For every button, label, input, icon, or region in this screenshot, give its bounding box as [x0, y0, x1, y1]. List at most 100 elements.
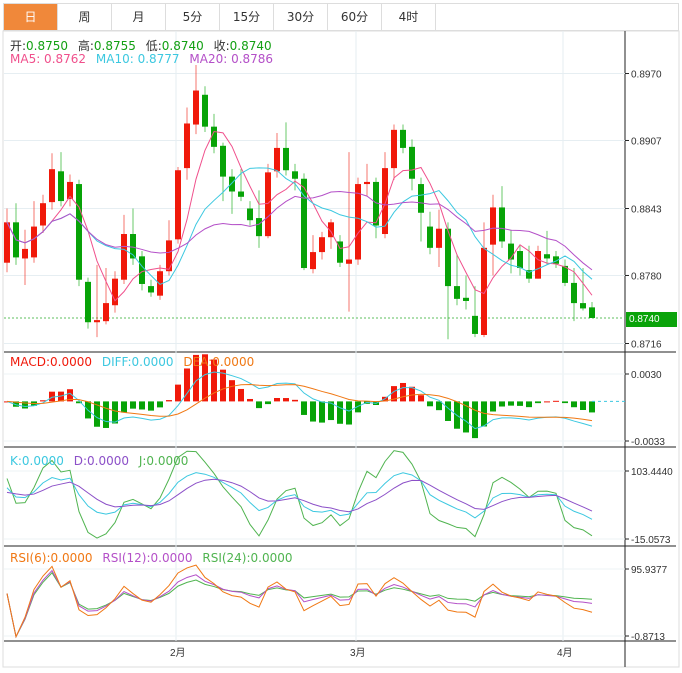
- candle-body: [409, 146, 415, 179]
- macd-bar: [283, 398, 289, 402]
- rsi24-value: RSI(24):0.0000: [202, 551, 293, 565]
- candle-body: [220, 145, 226, 177]
- candle-body: [463, 297, 469, 301]
- rsi12-value: RSI(12):0.0000: [102, 551, 193, 565]
- candle-body: [247, 208, 253, 221]
- candle: [544, 230, 550, 265]
- j-value: J:0.0000: [138, 454, 189, 468]
- high-value: 0.8755: [93, 39, 136, 53]
- candle: [229, 169, 235, 214]
- macd-bar: [490, 401, 496, 412]
- macd-bar: [346, 401, 352, 425]
- macd-bar: [544, 401, 550, 403]
- macd-bar: [508, 401, 514, 406]
- macd-bar: [166, 400, 172, 402]
- macd-bar: [220, 369, 226, 402]
- candle: [166, 220, 172, 276]
- open-value: 0.8750: [26, 39, 69, 53]
- candle-body: [364, 181, 370, 185]
- candle-body: [418, 184, 424, 213]
- candle-body: [40, 203, 46, 226]
- candle: [418, 177, 424, 242]
- candle-body: [121, 234, 127, 280]
- macd-value: MACD:0.0000: [10, 355, 93, 369]
- rsi12-line: [6, 569, 593, 639]
- macd-bar: [310, 401, 316, 422]
- candle: [427, 211, 433, 255]
- rsi-legend: RSI(6):0.0000 RSI(12):0.0000 RSI(24):0.0…: [10, 551, 299, 565]
- candle: [490, 194, 496, 276]
- candle: [409, 139, 415, 191]
- macd-bar: [517, 401, 523, 406]
- low-value: 0.8740: [161, 39, 204, 53]
- time-axis-label: 2月: [170, 647, 186, 659]
- candle: [31, 201, 37, 263]
- candle-body: [238, 191, 244, 197]
- candle-body: [202, 94, 208, 127]
- macd-bar: [499, 401, 505, 407]
- price-tick-label: 0.8843: [631, 205, 662, 216]
- time-axis-label: 4月: [557, 647, 573, 659]
- candle-body: [481, 247, 487, 335]
- macd-bar: [229, 380, 235, 402]
- macd-bar: [301, 401, 307, 415]
- macd-bar: [400, 382, 406, 402]
- candle-body: [544, 254, 550, 259]
- candle-body: [175, 170, 181, 240]
- candle: [571, 268, 577, 322]
- candle-body: [499, 207, 505, 242]
- chart-canvas[interactable]: 2月 3月 4月 0.8970 0.8907 0.8843 0.8780 0.8716 0.00…: [0, 0, 682, 673]
- macd-bar: [337, 401, 343, 424]
- candle-body: [436, 228, 442, 248]
- candle-body: [310, 252, 316, 270]
- d-line: [6, 478, 593, 513]
- candle: [589, 302, 595, 318]
- chart-frame: [2, 30, 680, 668]
- candle-body: [58, 171, 64, 202]
- candle-body: [49, 169, 55, 203]
- macd-bar: [274, 397, 280, 402]
- candle: [355, 177, 361, 265]
- candle: [130, 208, 136, 265]
- macd-bar: [247, 398, 253, 402]
- kdj-tick-label: -15.0573: [631, 535, 671, 546]
- candle: [112, 271, 118, 313]
- macd-tick-label: -0.0033: [631, 437, 665, 448]
- candle-body: [184, 123, 190, 169]
- rsi6-value: RSI(6):0.0000: [10, 551, 93, 565]
- candle: [337, 235, 343, 267]
- ma10-value: MA10: 0.8777: [95, 52, 180, 66]
- high-label: 高:: [77, 39, 94, 53]
- ma20-value: MA20: 0.8786: [189, 52, 274, 66]
- ma5-value: MA5: 0.8762: [10, 52, 87, 66]
- price-tick-label: 0.8780: [631, 271, 662, 282]
- candle: [49, 153, 55, 210]
- k-line: [6, 472, 593, 520]
- candle: [283, 122, 289, 176]
- last-price-label: 0.8740: [626, 312, 677, 327]
- candle: [211, 113, 217, 154]
- candle-body: [535, 251, 541, 279]
- macd-bar: [418, 395, 424, 402]
- candle: [472, 286, 478, 338]
- rsi24-line: [6, 571, 593, 639]
- kline-chart-widget: 日 周 月 5分 15分 30分 60分 4时 2月 3月 4月 0.8970 0.89…: [0, 0, 682, 673]
- k-value: K:0.0000: [10, 454, 64, 468]
- candle-body: [31, 226, 37, 258]
- candle-body: [229, 176, 235, 192]
- candle-body: [508, 243, 514, 260]
- candle-body: [274, 147, 280, 172]
- candle: [499, 186, 505, 248]
- macd-bar: [427, 401, 433, 407]
- macd-bar: [148, 401, 154, 411]
- candle: [436, 209, 442, 267]
- candle: [193, 65, 199, 135]
- candle: [364, 163, 370, 196]
- candle: [148, 279, 154, 297]
- candle: [175, 167, 181, 244]
- kdj-legend: K:0.0000 D:0.0000 J:0.0000: [10, 454, 194, 468]
- candle: [508, 229, 514, 274]
- candle: [310, 235, 316, 274]
- candle-body: [76, 184, 82, 280]
- candle: [400, 124, 406, 154]
